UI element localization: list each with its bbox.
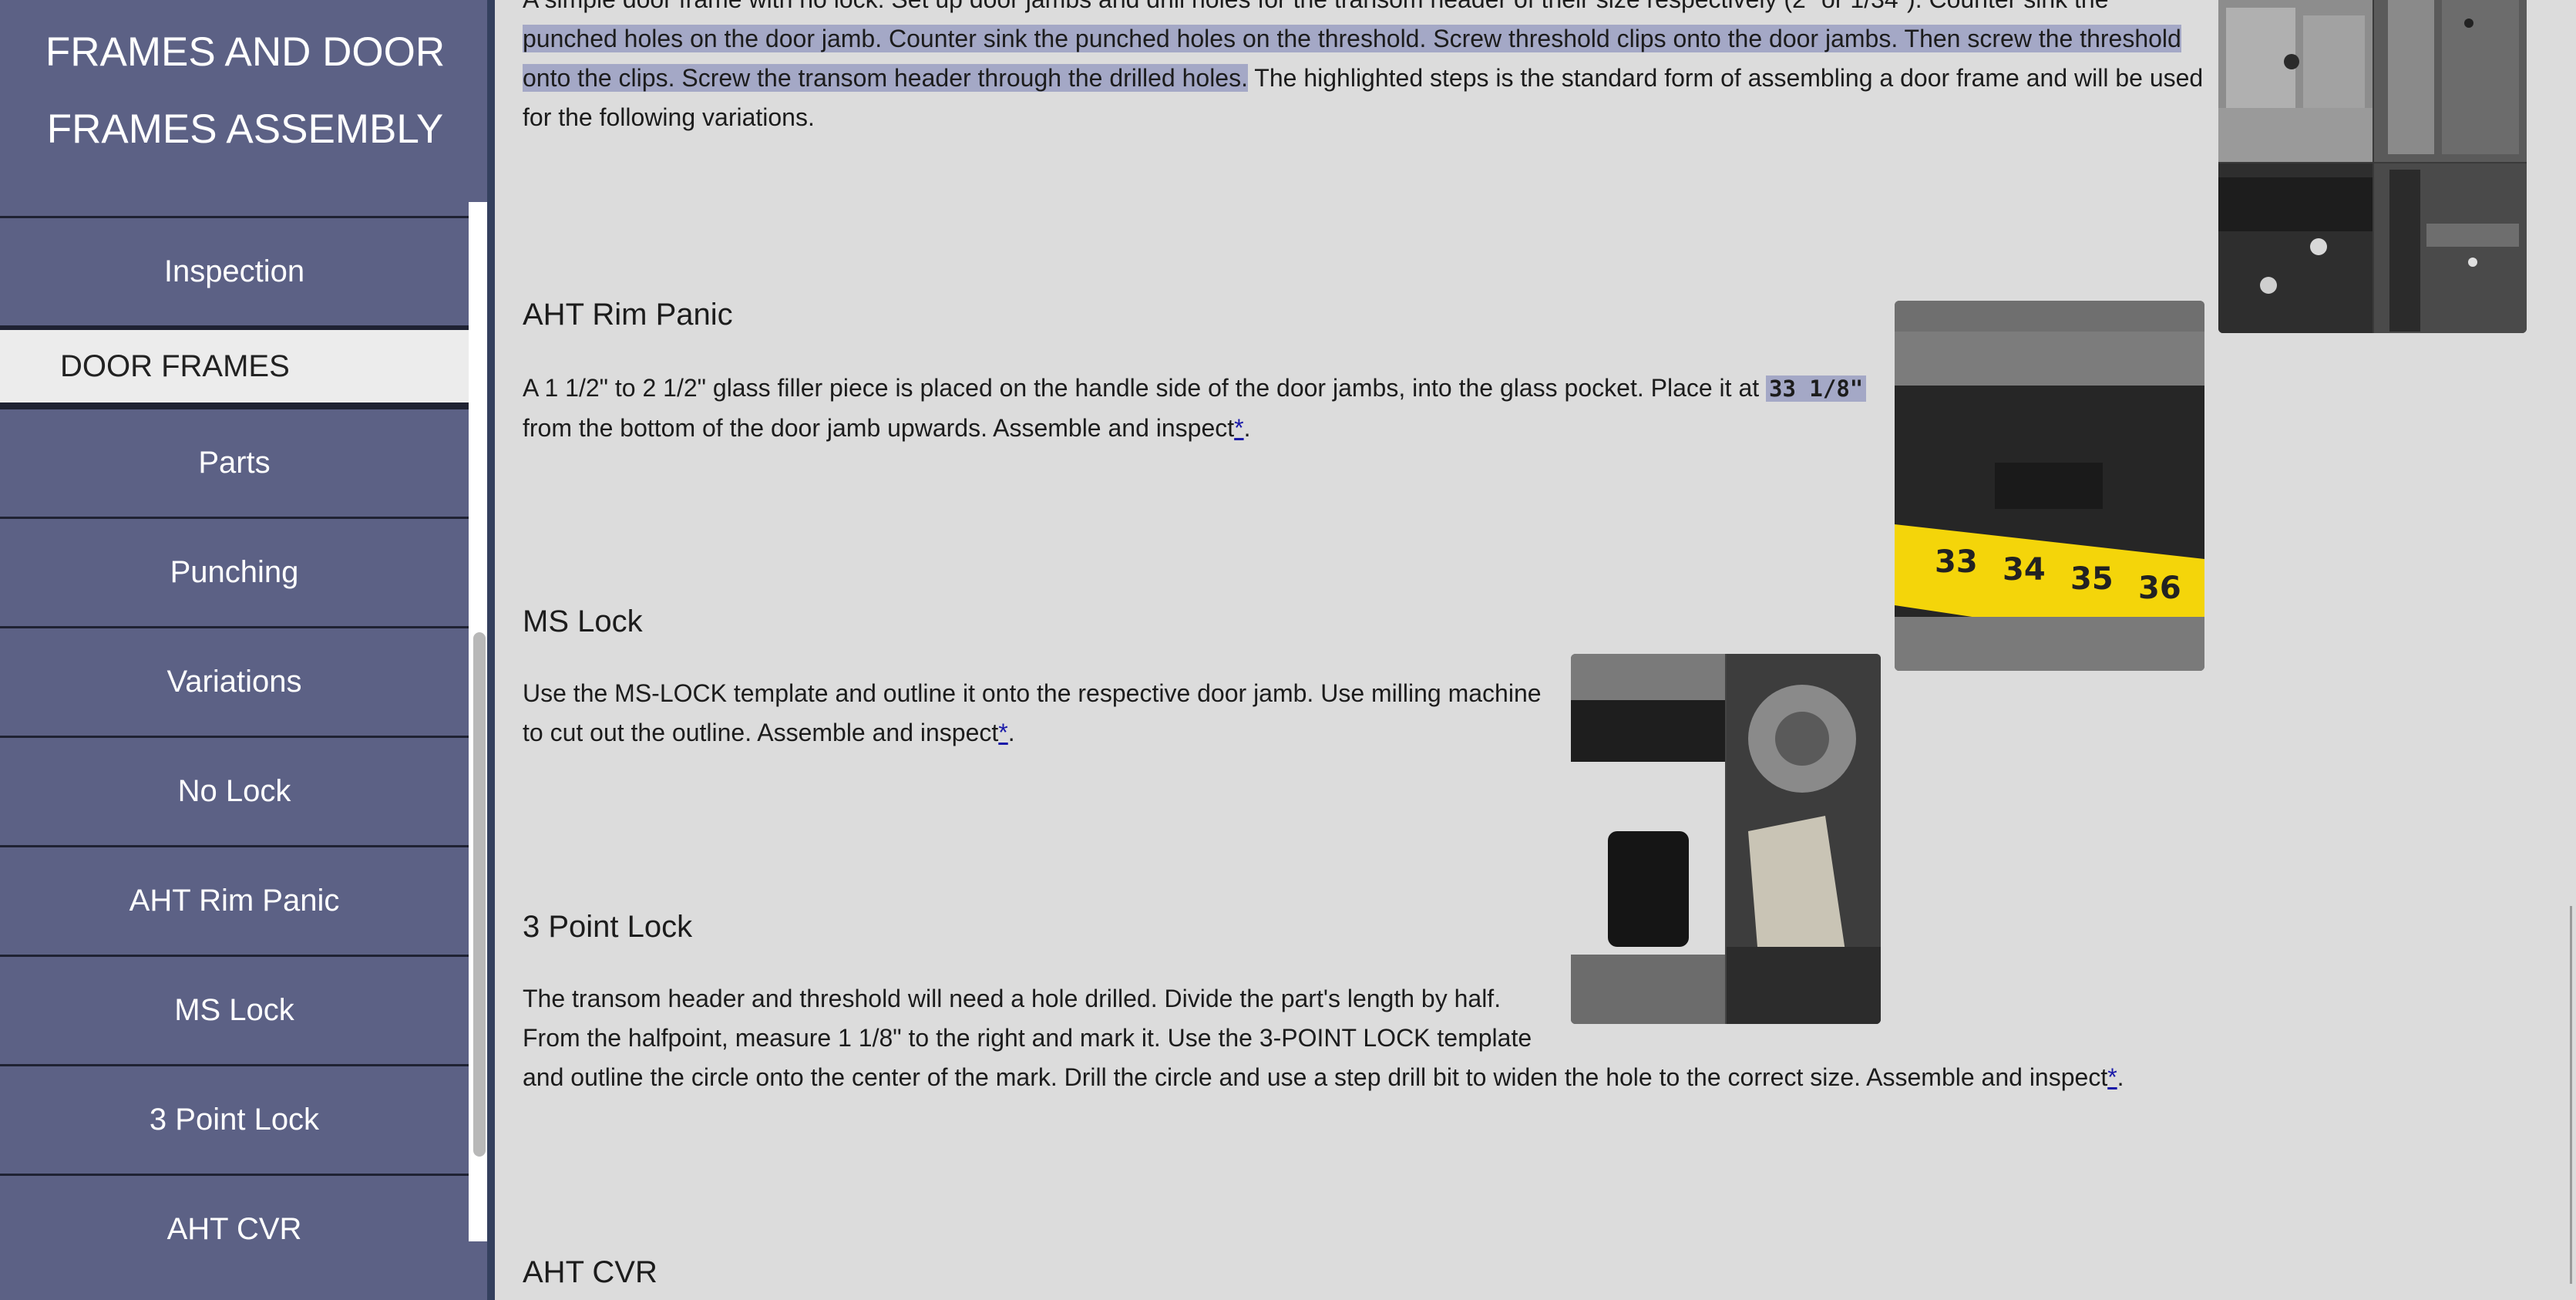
ms-lock-milling-image (1571, 654, 1881, 1024)
sidebar-item-label: AHT CVR (166, 1212, 302, 1241)
page-scrollbar[interactable] (2570, 906, 2572, 1284)
sidebar-item-aht-rim-panic[interactable]: AHT Rim Panic (0, 845, 469, 955)
sidebar-item-parts[interactable]: Parts (0, 407, 469, 517)
highlighted-text: onto the clips. Screw the transom header… (523, 64, 1248, 92)
3-point-lock-paragraph: The transom header and threshold will ne… (523, 979, 2295, 1097)
inspect-link[interactable]: * (998, 719, 1007, 746)
paragraph-line: A 1 1/2" to 2 1/2" glass filler piece is… (523, 369, 1910, 409)
tape-measure-image: 33 34 35 36 (1895, 301, 2204, 671)
paragraph-line: onto the clips. Screw the transom header… (523, 59, 2249, 98)
sidebar-divider (487, 0, 495, 1300)
aht-rim-panic-paragraph: A 1 1/2" to 2 1/2" glass filler piece is… (523, 369, 1910, 448)
section-heading-aht-rim-panic: AHT Rim Panic (523, 298, 733, 332)
paragraph-line: From the halfpoint, measure 1 1/8" to th… (523, 1019, 2295, 1058)
tape-number: 34 (2003, 552, 2046, 588)
paragraph-line: from the bottom of the door jamb upwards… (523, 409, 1910, 448)
inspect-link[interactable]: * (2107, 1063, 2117, 1091)
sidebar-item-aht-cvr[interactable]: AHT CVR (0, 1174, 469, 1241)
sidebar: FRAMES AND DOOR FRAMES ASSEMBLY Inspecti… (0, 0, 493, 1300)
tape-number: 35 (2070, 561, 2114, 597)
paragraph-text: and outline the circle onto the center o… (523, 1063, 2108, 1091)
section-heading-3-point-lock: 3 Point Lock (523, 910, 693, 944)
measurement-code: 33 1/8" (1766, 376, 1867, 402)
sidebar-item-label: DOOR FRAMES (60, 349, 290, 383)
paragraph-line: Use the MS-LOCK template and outline it … (523, 674, 1602, 713)
tape-number: 33 (1935, 544, 1978, 580)
site-title-line-2: FRAMES ASSEMBLY (46, 106, 444, 152)
sidebar-nav: Inspection DOOR FRAMES Parts Punching Va… (0, 216, 469, 1241)
door-jamb-parts-photo (2218, 0, 2527, 333)
paragraph-text: . (1243, 414, 1251, 442)
paragraph-text: to cut out the outline. Assemble and ins… (523, 719, 999, 746)
paragraph-text: The transom header and threshold will ne… (523, 985, 1502, 1012)
sidebar-item-label: Variations (166, 665, 302, 699)
paragraph-line: A simple door frame with no lock. Set up… (523, 0, 2249, 19)
main-content: A simple door frame with no lock. Set up… (495, 0, 2576, 1300)
sidebar-item-door-frames[interactable]: DOOR FRAMES (0, 325, 469, 407)
paragraph-line: punched holes on the door jamb. Counter … (523, 19, 2249, 59)
sidebar-item-label: Inspection (163, 254, 305, 288)
inspect-link[interactable]: * (1234, 414, 1243, 442)
paragraph-text: The highlighted steps is the standard fo… (1247, 64, 2204, 92)
highlighted-text: punched holes on the door jamb. Counter … (523, 25, 2181, 52)
site-title-line-1: FRAMES AND DOOR (45, 29, 446, 75)
sidebar-item-label: 3 Point Lock (149, 1103, 320, 1137)
paragraph-text: for the following variations. (523, 103, 815, 131)
sidebar-item-label: Parts (198, 446, 271, 480)
paragraph-line: to cut out the outline. Assemble and ins… (523, 713, 1602, 753)
sidebar-item-3-point-lock[interactable]: 3 Point Lock (0, 1064, 469, 1174)
sidebar-item-label: Punching (170, 555, 299, 589)
paragraph-line: and outline the circle onto the center o… (523, 1058, 2295, 1097)
tape-number: 36 (2138, 571, 2181, 606)
section-heading-aht-cvr: AHT CVR (523, 1255, 657, 1289)
paragraph-text: from the bottom of the door jamb upwards… (523, 414, 1235, 442)
paragraph-text: A 1 1/2" to 2 1/2" glass filler piece is… (523, 374, 1767, 402)
sidebar-item-no-lock[interactable]: No Lock (0, 736, 469, 845)
ms-lock-paragraph: Use the MS-LOCK template and outline it … (523, 674, 1602, 753)
site-title: FRAMES AND DOOR FRAMES ASSEMBLY (0, 0, 490, 216)
sidebar-item-label: MS Lock (174, 993, 294, 1027)
paragraph-line: for the following variations. (523, 98, 2249, 137)
sidebar-item-label: AHT Rim Panic (129, 884, 340, 918)
sidebar-scrollbar-thumb[interactable] (473, 632, 486, 1157)
sidebar-item-punching[interactable]: Punching (0, 517, 469, 626)
paragraph-text: From the halfpoint, measure 1 1/8" to th… (523, 1024, 1532, 1052)
section-heading-ms-lock: MS Lock (523, 605, 643, 638)
paragraph-line: The transom header and threshold will ne… (523, 979, 2295, 1019)
ms-lock-milling-photo (1571, 654, 1881, 1024)
tape-measure-photo: 33 34 35 36 (1895, 301, 2204, 671)
sidebar-item-ms-lock[interactable]: MS Lock (0, 955, 469, 1064)
paragraph-text: A simple door frame with no lock. Set up… (523, 0, 2108, 13)
paragraph-text: . (1007, 719, 1015, 746)
sidebar-item-inspection[interactable]: Inspection (0, 216, 469, 325)
paragraph-text: . (2117, 1063, 2124, 1091)
no-lock-paragraph: A simple door frame with no lock. Set up… (523, 0, 2249, 137)
paragraph-text: Use the MS-LOCK template and outline it … (523, 679, 1542, 707)
sidebar-item-label: No Lock (177, 774, 291, 808)
sidebar-item-variations[interactable]: Variations (0, 626, 469, 736)
door-jamb-parts-image (2218, 0, 2527, 333)
